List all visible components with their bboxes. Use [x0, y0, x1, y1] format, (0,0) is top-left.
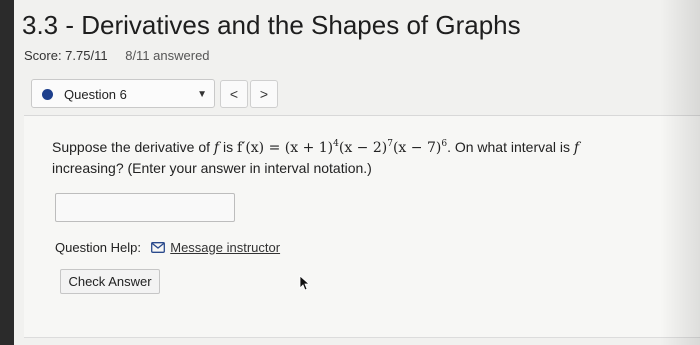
- message-instructor-link[interactable]: Message instructor: [170, 240, 280, 255]
- mail-icon: [150, 242, 165, 253]
- question-select[interactable]: Question 6 ▼: [31, 79, 215, 108]
- question-text-line2: increasing? (Enter your answer in interv…: [52, 160, 372, 176]
- mouse-cursor-icon: [299, 275, 311, 291]
- answered-count: 8/11 answered: [125, 48, 210, 63]
- question-select-label: Question 6: [64, 87, 127, 102]
- math-f-symbol: f: [573, 140, 580, 156]
- check-answer-button[interactable]: Check Answer: [60, 269, 160, 294]
- expr-part: (x − 7): [392, 140, 442, 156]
- left-bezel: [0, 0, 14, 345]
- derivative-expression: f′(x) = (x + 1)4(x − 2)7(x − 7)6: [236, 140, 447, 157]
- help-label: Question Help:: [55, 240, 141, 255]
- caret-down-icon: ▼: [197, 89, 207, 100]
- answer-input[interactable]: [55, 193, 235, 222]
- page-title: 3.3 - Derivatives and the Shapes of Grap…: [22, 10, 521, 40]
- score-row: Score: 7.75/11 8/11 answered: [24, 48, 210, 63]
- math-f: f: [574, 140, 579, 156]
- question-text: Suppose the derivative of f is f′(x) = (…: [52, 137, 662, 178]
- expr-part: (x − 2): [338, 140, 388, 156]
- expr-part: f′(x) = (x + 1): [236, 140, 334, 156]
- question-text-part: Suppose the derivative of: [52, 139, 214, 155]
- next-question-button[interactable]: >: [250, 80, 278, 108]
- previous-question-button[interactable]: <: [220, 80, 248, 108]
- screen-shading: [660, 0, 700, 345]
- score-text: Score: 7.75/11: [24, 48, 108, 63]
- question-text-part: . On what interval is: [447, 139, 574, 155]
- status-dot-icon: [42, 89, 53, 100]
- question-help: Question Help: Message instructor: [55, 240, 280, 255]
- question-text-part: is: [219, 139, 237, 155]
